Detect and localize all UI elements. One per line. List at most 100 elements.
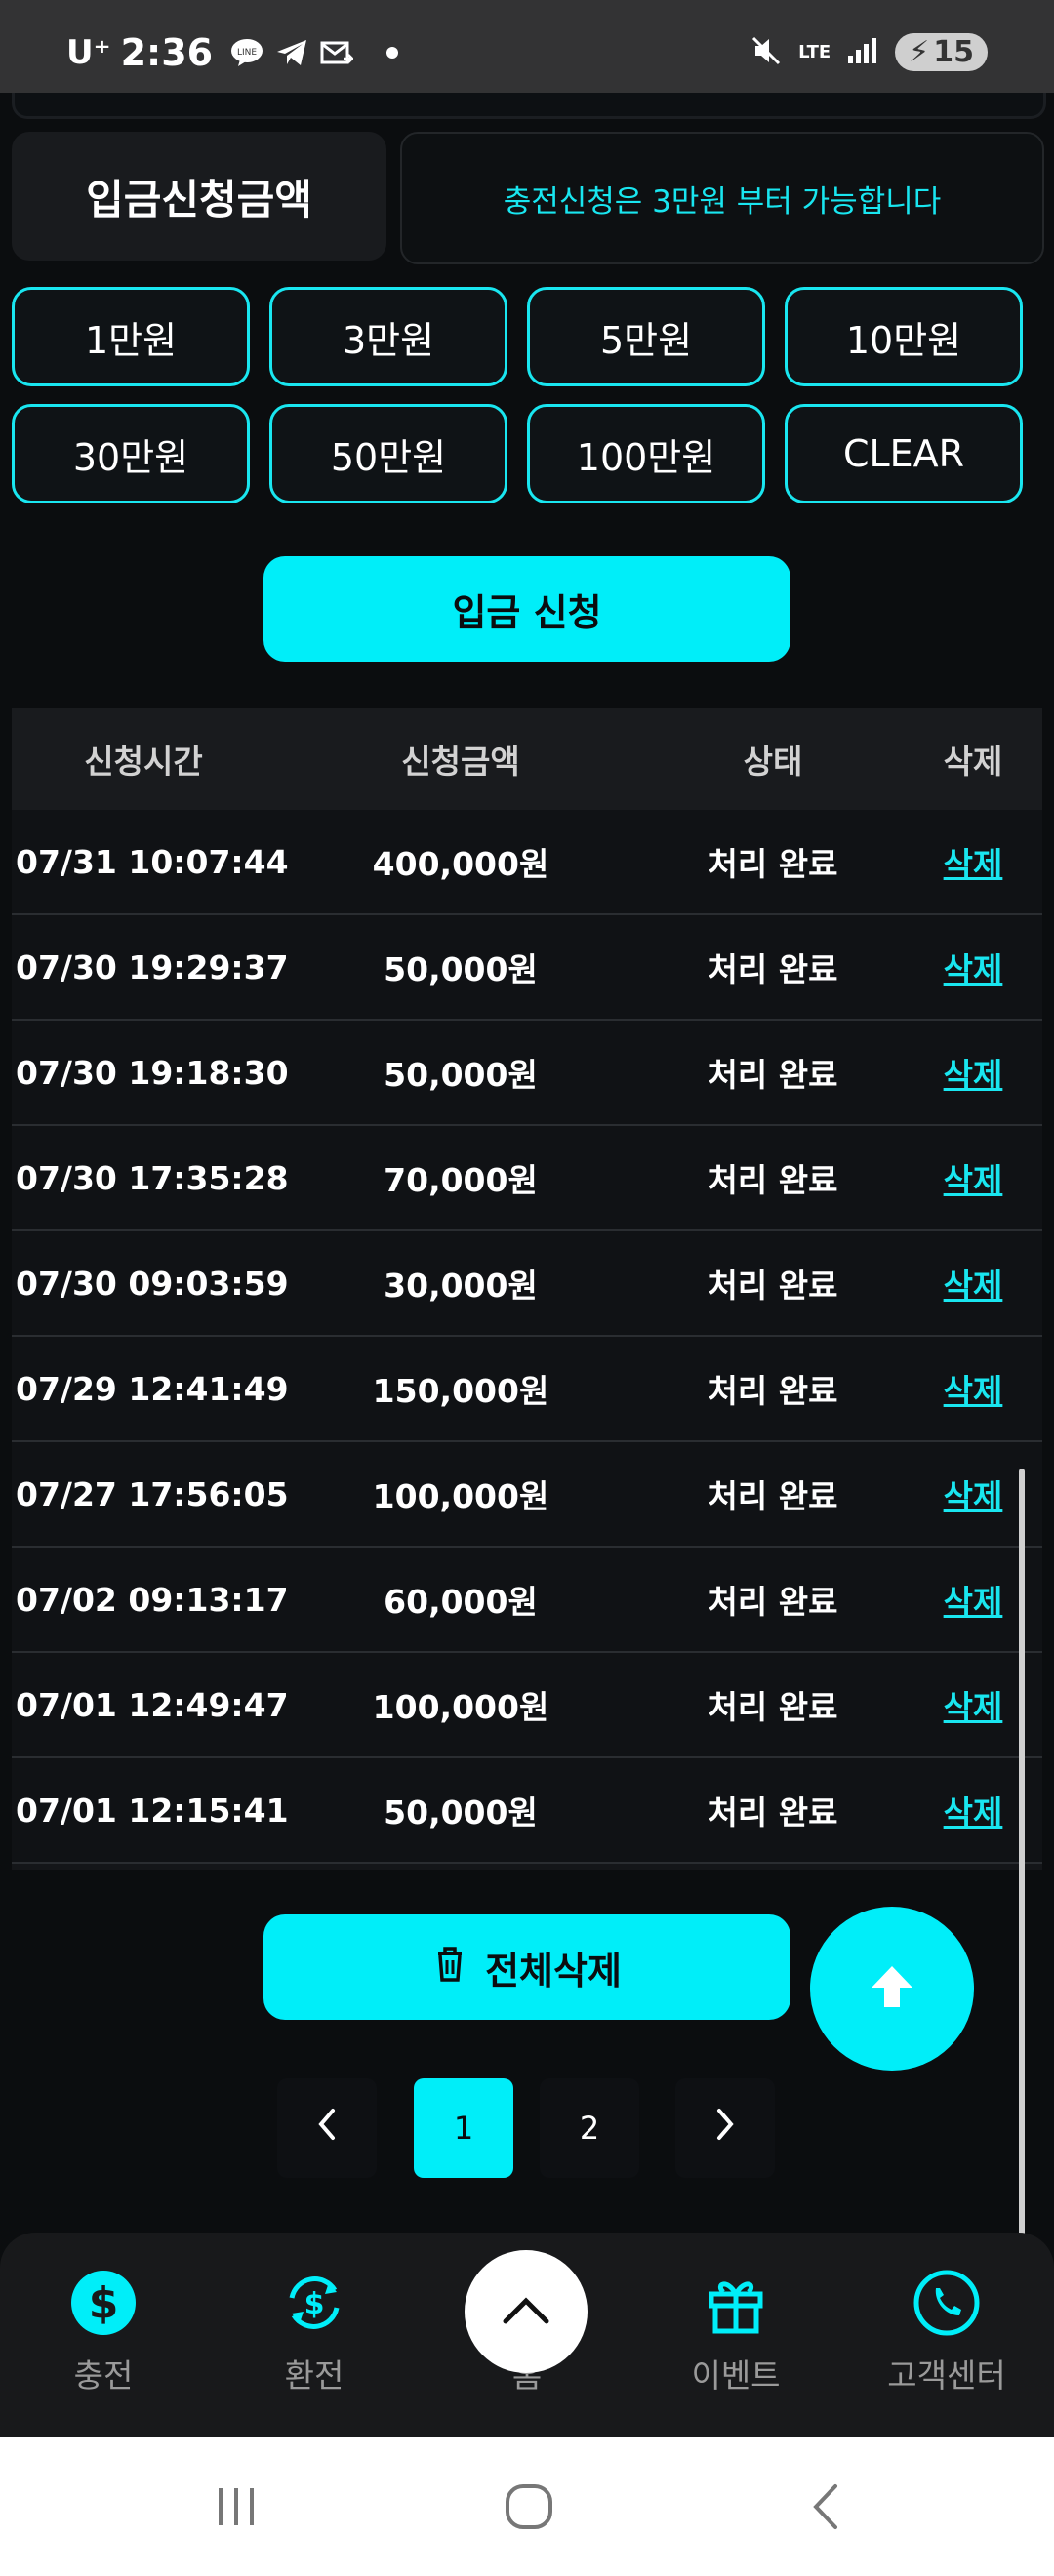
mute-icon — [750, 34, 783, 71]
cell-request-amount: 30,000원 — [384, 1267, 538, 1305]
delete-link[interactable]: 삭제 — [910, 1442, 1036, 1546]
exchange-icon: $ — [279, 2268, 349, 2338]
table-row: 07/30 09:03:59 30,000원 처리 완료 삭제 — [12, 1231, 1042, 1337]
nav-charge[interactable]: $ 충전 — [16, 2233, 191, 2437]
amount-button-500000[interactable]: 50만원 — [269, 404, 507, 503]
delete-link[interactable]: 삭제 — [910, 810, 1036, 913]
cell-status: 처리 완료 — [708, 1267, 838, 1305]
cell-request-time: 07/31 10:07:44 — [16, 842, 289, 881]
cell-status: 처리 완료 — [708, 1372, 838, 1410]
nav-label-charge: 충전 — [73, 2356, 134, 2395]
dollar-circle-icon: $ — [68, 2268, 139, 2338]
pagination-next[interactable] — [675, 2078, 775, 2178]
cell-status: 처리 완료 — [708, 1793, 838, 1831]
system-home-icon[interactable] — [500, 2480, 558, 2533]
chevron-up-icon — [502, 2294, 550, 2329]
cell-request-amount: 70,000원 — [384, 1161, 538, 1199]
amount-button-100000[interactable]: 10만원 — [785, 287, 1023, 386]
status-right: LTE ⚡ 15 — [750, 33, 988, 71]
svg-text:LINE: LINE — [237, 48, 257, 58]
table-row: 07/30 19:18:30 50,000원 처리 완료 삭제 — [12, 1021, 1042, 1126]
back-icon[interactable] — [796, 2480, 855, 2533]
nav-label-customer-center: 고객센터 — [887, 2356, 1006, 2395]
gift-icon — [701, 2268, 771, 2338]
delete-link[interactable]: 삭제 — [910, 1653, 1036, 1756]
cell-status: 처리 완료 — [708, 1688, 838, 1726]
delete-link[interactable]: 삭제 — [910, 1337, 1036, 1440]
amount-button-10000[interactable]: 1만원 — [12, 287, 250, 386]
cell-request-amount: 150,000원 — [372, 1372, 549, 1410]
carrier-label: U⁺ — [66, 33, 111, 72]
table-row: 07/27 17:56:05 100,000원 처리 완료 삭제 — [12, 1442, 1042, 1548]
cell-status: 처리 완료 — [708, 1477, 838, 1515]
amount-button-50000[interactable]: 5만원 — [527, 287, 765, 386]
pagination-prev[interactable] — [277, 2078, 377, 2178]
notification-icons: LINE — [230, 36, 399, 69]
cell-request-time: 07/27 17:56:05 — [16, 1474, 289, 1513]
cell-request-time: 07/30 09:03:59 — [16, 1264, 289, 1303]
header-status: 상태 — [743, 743, 803, 781]
network-type: LTE — [798, 41, 831, 62]
phone-icon — [912, 2268, 982, 2338]
nav-exchange[interactable]: $ 환전 — [226, 2233, 402, 2437]
cell-request-time: 07/30 17:35:28 — [16, 1158, 289, 1197]
previous-section-edge — [12, 93, 1046, 119]
cell-request-time: 07/01 12:15:41 — [16, 1791, 289, 1830]
cell-request-amount: 50,000원 — [384, 950, 538, 988]
scroll-to-top-button[interactable] — [810, 1907, 974, 2071]
delete-all-label: 전체삭제 — [485, 1949, 622, 1992]
signal-icon — [846, 36, 879, 69]
cell-request-time: 07/29 12:41:49 — [16, 1369, 289, 1408]
cell-request-amount: 60,000원 — [384, 1583, 538, 1621]
home-button[interactable] — [465, 2250, 588, 2373]
deposit-amount-label: 입금신청금액 — [12, 132, 386, 261]
pagination-page-2[interactable]: 2 — [540, 2078, 639, 2178]
chevron-right-icon — [711, 2105, 739, 2152]
nav-event[interactable]: 이벤트 — [648, 2233, 824, 2437]
svg-text:$: $ — [304, 2287, 325, 2321]
clock: 2:36 — [120, 31, 214, 74]
delete-link[interactable]: 삭제 — [910, 1758, 1036, 1862]
nav-label-event: 이벤트 — [691, 2356, 781, 2395]
nav-customer-center[interactable]: 고객센터 — [859, 2233, 1034, 2437]
chevron-left-icon — [313, 2105, 341, 2152]
battery-indicator: ⚡ 15 — [895, 33, 988, 71]
amount-button-300000[interactable]: 30만원 — [12, 404, 250, 503]
delete-link[interactable]: 삭제 — [910, 1548, 1036, 1651]
system-nav-bar — [0, 2437, 1054, 2576]
deposit-history-table: 신청시간 신청금액 상태 삭제 07/31 10:07:44 400,000원처리… — [12, 708, 1042, 1870]
cell-request-amount: 400,000원 — [372, 845, 549, 883]
cell-request-amount: 100,000원 — [372, 1477, 549, 1515]
cell-status: 처리 완료 — [708, 1056, 838, 1094]
amount-button-1000000[interactable]: 100만원 — [527, 404, 765, 503]
trash-icon — [432, 1944, 467, 1992]
cell-request-amount: 50,000원 — [384, 1056, 538, 1094]
mail-icon — [320, 36, 354, 69]
telegram-icon — [275, 36, 308, 69]
cell-status: 처리 완료 — [708, 1161, 838, 1199]
delete-link[interactable]: 삭제 — [910, 1021, 1036, 1124]
pagination-page-1[interactable]: 1 — [414, 2078, 513, 2178]
clear-button[interactable]: CLEAR — [785, 404, 1023, 503]
deposit-request-button[interactable]: 입금 신청 — [264, 556, 790, 662]
recent-apps-icon[interactable] — [207, 2480, 265, 2533]
table-header: 신청시간 신청금액 상태 삭제 — [12, 708, 1042, 812]
delete-link[interactable]: 삭제 — [910, 1231, 1036, 1335]
delete-link[interactable]: 삭제 — [910, 1126, 1036, 1229]
svg-text:$: $ — [89, 2278, 119, 2328]
nav-label-exchange: 환전 — [284, 2356, 345, 2395]
cell-request-amount: 100,000원 — [372, 1688, 549, 1726]
line-icon: LINE — [230, 36, 264, 69]
arrow-up-icon — [866, 1960, 918, 2017]
header-request-time: 신청시간 — [84, 743, 203, 781]
delete-link[interactable]: 삭제 — [910, 915, 1036, 1019]
cell-request-time: 07/30 19:18:30 — [16, 1053, 289, 1092]
delete-all-button[interactable]: 전체삭제 — [264, 1914, 790, 2020]
header-request-amount: 신청금액 — [401, 743, 520, 781]
table-row: 07/30 19:29:37 50,000원 처리 완료 삭제 — [12, 915, 1042, 1021]
table-row: 07/31 10:07:44 400,000원 처리 완료 삭제 — [12, 810, 1042, 915]
deposit-notice: 충전신청은 3만원 부터 가능합니다 — [400, 132, 1044, 264]
table-row: 07/01 12:49:47 100,000원 처리 완료 삭제 — [12, 1653, 1042, 1758]
amount-button-30000[interactable]: 3만원 — [269, 287, 507, 386]
header-delete: 삭제 — [943, 743, 1003, 781]
